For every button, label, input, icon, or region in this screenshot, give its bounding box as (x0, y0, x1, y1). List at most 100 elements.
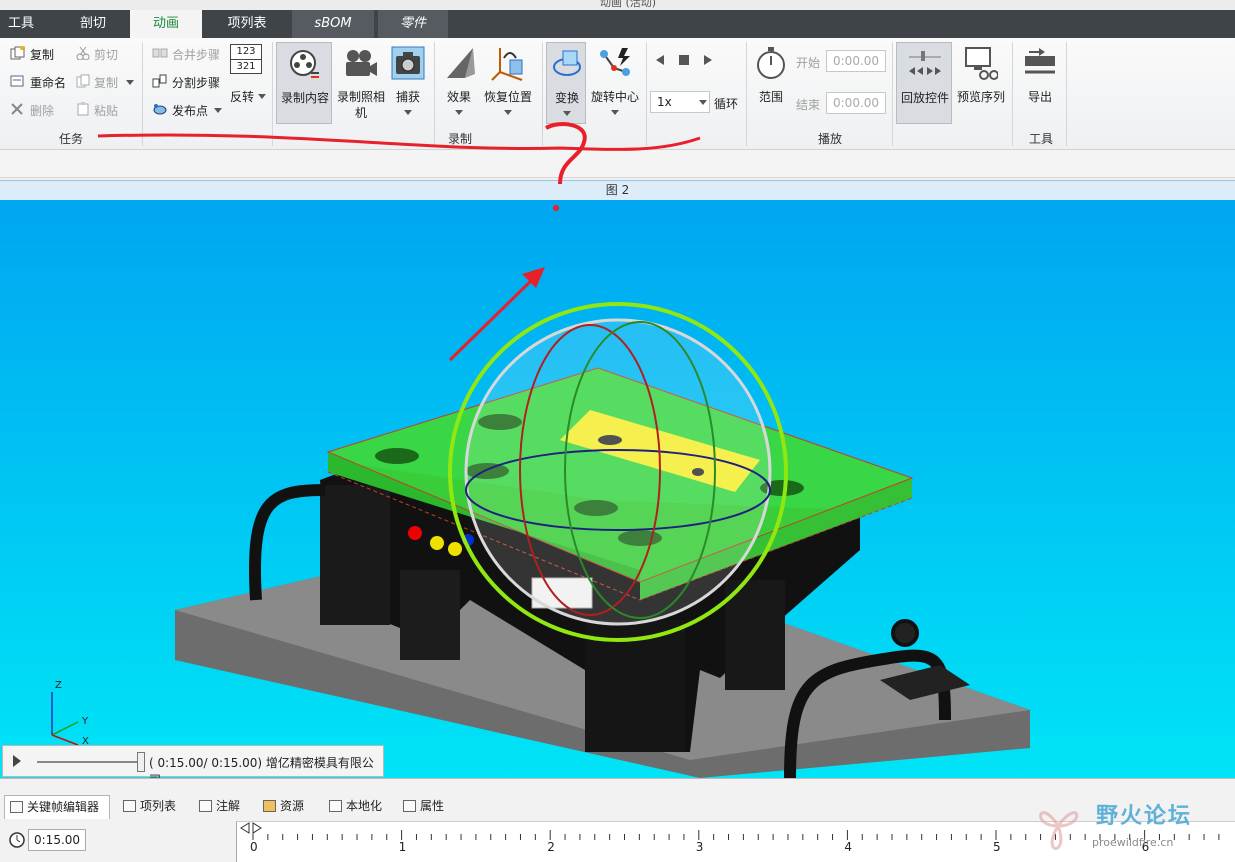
title-bar: 动画 (活动) (0, 0, 1235, 10)
watermark-url: proewildfire.cn (1092, 836, 1174, 849)
chevron-down-icon (404, 110, 412, 115)
axis-x-line (51, 734, 79, 746)
group-label-playback: 播放 (817, 132, 842, 146)
app-window: 动画 (活动) 工具 剖切 动画 项列表 sBOM 零件 复制 剪切 重命名 复… (0, 0, 1235, 862)
reverse-nums-top: 123 (231, 45, 261, 60)
tab-sbom[interactable]: sBOM (292, 10, 374, 38)
end-time-field[interactable]: 0:00.00 (826, 92, 886, 114)
tab-label: 注解 (216, 799, 241, 813)
group-label-task: 任务 (58, 132, 83, 146)
tab-keyframe-editor[interactable]: 关键帧编辑器 (4, 795, 110, 819)
secondary-toolbar (0, 150, 1235, 178)
step-back-icon[interactable] (654, 54, 666, 66)
end-label: 结束 (796, 98, 821, 112)
time-slider-track[interactable] (37, 761, 143, 763)
current-time-field[interactable]: 0:15.00 (28, 829, 86, 851)
playback-controls-label: 回放控件 (900, 91, 949, 105)
film-reel-icon (290, 50, 319, 78)
copy2-icon (76, 74, 90, 88)
copy-icon (10, 46, 25, 60)
timeline-tick-label: 1 (398, 840, 407, 854)
dragger-inner-ring[interactable] (464, 318, 772, 626)
camera-icon (391, 46, 425, 80)
properties-icon (403, 800, 416, 812)
chevron-down-icon (455, 110, 463, 115)
paste-button[interactable]: 粘贴 (94, 102, 118, 119)
clock-icon (9, 832, 25, 848)
tab-localization[interactable]: 本地化 (324, 795, 396, 819)
divider (1012, 42, 1013, 146)
capture-label: 捕获 (395, 90, 420, 104)
paste-icon (77, 102, 89, 116)
tab-animation[interactable]: 动画 (130, 10, 202, 38)
model-render (51, 267, 1030, 778)
movie-camera-icon (346, 50, 377, 76)
copy-special-button[interactable]: 复制 (94, 74, 118, 91)
split-steps-button[interactable]: 分割步骤 (172, 74, 220, 91)
speed-value: 1x (657, 95, 672, 109)
export-button[interactable]: 导出 (1018, 42, 1062, 124)
play-icon[interactable] (11, 754, 23, 768)
record-content-button[interactable]: 录制内容 (276, 42, 332, 124)
tab-tools[interactable]: 工具 (0, 10, 42, 38)
resources-icon (263, 800, 276, 812)
watermark-name: 野火论坛 (1096, 804, 1193, 829)
restore-position-button[interactable]: 恢复位置 (480, 42, 536, 124)
capture-button[interactable]: 捕获 (388, 42, 428, 124)
record-content-label: 录制内容 (280, 91, 329, 105)
preview-sequence-button[interactable]: 预览序列 (954, 42, 1008, 124)
record-camera-label-2: 机 (354, 106, 367, 120)
ribbon-tab-bar: 工具 剖切 动画 项列表 sBOM 零件 (0, 10, 1235, 38)
range-button[interactable]: 范围 (750, 42, 792, 124)
cut-button[interactable]: 剪切 (94, 46, 118, 63)
rotate-center-button[interactable]: 旋转中心 (588, 42, 642, 124)
tab-resources[interactable]: 资源 (258, 795, 318, 819)
graphics-viewport[interactable]: Z Y X ( 0:15.00/ 0:15.00) 增亿精密模具有限公司 (0, 200, 1235, 778)
chevron-down-icon (126, 80, 134, 85)
restore-position-icon (491, 48, 523, 81)
loop-button[interactable]: 循环 (714, 95, 738, 112)
stop-icon[interactable] (678, 54, 690, 66)
reverse-button[interactable]: 反转 (230, 88, 254, 105)
cut-icon (76, 46, 90, 60)
time-slider-handle[interactable] (137, 752, 145, 772)
annotation-icon (199, 800, 212, 812)
export-icon (1025, 48, 1055, 74)
stopwatch-icon (757, 47, 785, 79)
copy-button[interactable]: 复制 (30, 46, 54, 63)
range-label: 范围 (758, 90, 783, 104)
effect-icon (447, 48, 475, 78)
transform-label: 变换 (554, 91, 579, 105)
keyframe-editor-icon (10, 801, 23, 813)
axis-y-line (51, 721, 79, 736)
delete-button[interactable]: 删除 (30, 102, 54, 119)
tab-label: 本地化 (346, 799, 383, 813)
speed-select[interactable]: 1x (650, 91, 710, 113)
start-time-field[interactable]: 0:00.00 (826, 50, 886, 72)
tab-label: 属性 (420, 799, 445, 813)
export-label: 导出 (1027, 90, 1052, 104)
tab-properties[interactable]: 属性 (398, 795, 458, 819)
rename-button[interactable]: 重命名 (30, 74, 66, 91)
timeline-tick-label: 3 (695, 840, 704, 854)
timeline-tick-label: 5 (993, 840, 1001, 854)
playback-controls-button[interactable]: 回放控件 (896, 42, 952, 124)
record-camera-button[interactable]: 录制照相 机 (334, 42, 388, 124)
chevron-down-icon (504, 110, 512, 115)
chevron-down-icon (563, 111, 571, 116)
tab-item-list-bottom[interactable]: 项列表 (118, 795, 190, 819)
transform-button[interactable]: 变换 (546, 42, 586, 124)
effect-button[interactable]: 效果 (440, 42, 478, 124)
axis-y-label: Y (82, 716, 89, 727)
effect-label: 效果 (446, 90, 471, 104)
tab-item-list[interactable]: 项列表 (206, 10, 288, 38)
play-icon[interactable] (702, 54, 714, 66)
publish-point-button[interactable]: 发布点 (172, 102, 208, 119)
tab-annotation[interactable]: 注解 (194, 795, 254, 819)
tab-section[interactable]: 剖切 (60, 10, 126, 38)
divider (142, 42, 143, 146)
axis-z-label: Z (55, 680, 62, 691)
preview-sequence-label: 预览序列 (956, 90, 1005, 104)
tab-part[interactable]: 零件 (378, 10, 448, 38)
merge-steps-button[interactable]: 合并步骤 (172, 46, 220, 63)
